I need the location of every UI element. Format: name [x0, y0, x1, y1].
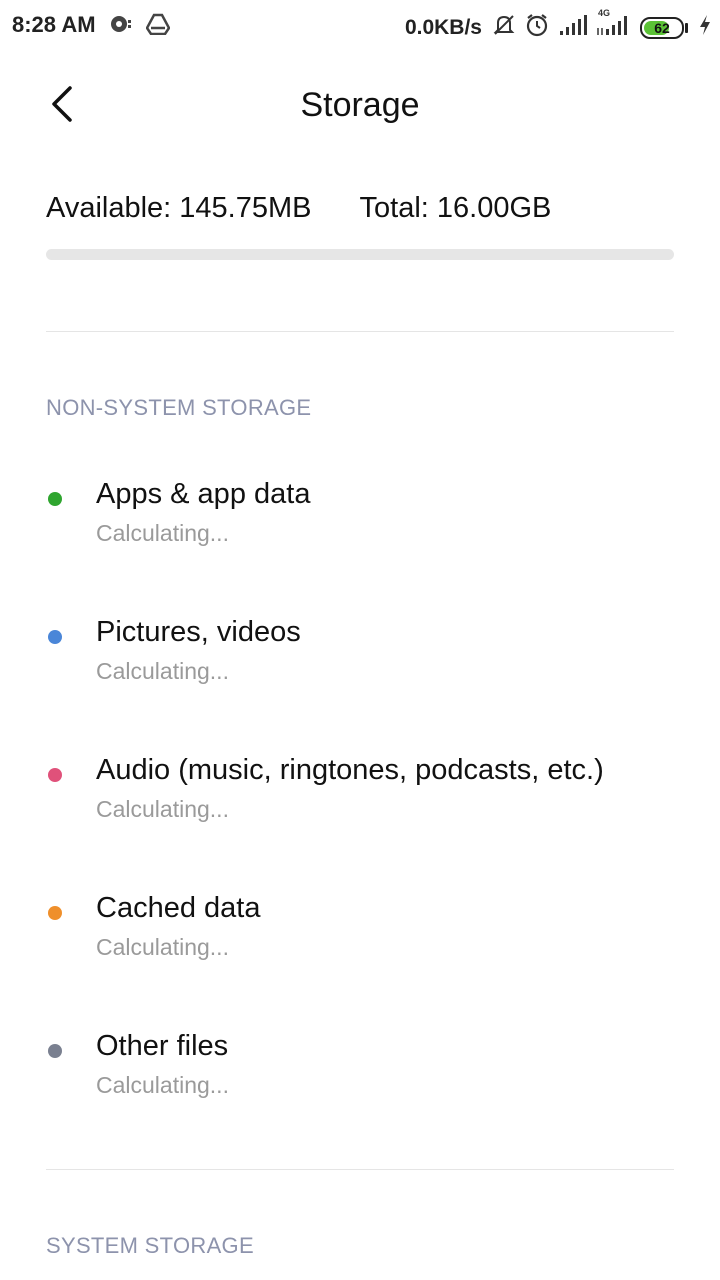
storage-item-cached[interactable]: Cached data Calculating...: [0, 888, 720, 1008]
divider: [46, 331, 674, 332]
category-dot: [48, 630, 62, 644]
status-left-icons: [108, 12, 171, 41]
section-header-non-system: NON-SYSTEM STORAGE: [46, 395, 312, 420]
status-right-icons: 0.0KB/s 4G 62: [404, 8, 712, 43]
charging-icon: [698, 14, 712, 41]
storage-item-pictures[interactable]: Pictures, videos Calculating...: [0, 612, 720, 732]
section-header-system: SYSTEM STORAGE: [46, 1233, 254, 1258]
item-label: Cached data: [96, 892, 261, 924]
battery-icon: 62: [640, 16, 688, 39]
total-storage: Total: 16.00GB: [359, 192, 552, 224]
item-label: Other files: [96, 1030, 229, 1062]
status-bar: 8:28 AM 0.0KB/s 4G 62: [0, 0, 720, 52]
item-label: Apps & app data: [96, 478, 311, 510]
drive-icon: [145, 13, 171, 40]
silent-bell-icon: [492, 13, 516, 42]
title-bar: Storage: [0, 60, 720, 150]
category-dot: [48, 906, 62, 920]
signal-4g-icon: 4G: [596, 8, 632, 41]
sync-icon: [108, 12, 134, 41]
status-time: 8:28 AM: [12, 12, 96, 37]
battery-level: 62: [654, 19, 670, 36]
item-status: Calculating...: [96, 934, 229, 960]
divider: [46, 1169, 674, 1170]
storage-item-apps[interactable]: Apps & app data Calculating...: [0, 474, 720, 594]
category-dot: [48, 1044, 62, 1058]
storage-item-audio[interactable]: Audio (music, ringtones, podcasts, etc.)…: [0, 750, 720, 870]
storage-summary: Available: 145.75MB Total: 16.00GB: [46, 192, 551, 225]
item-status: Calculating...: [96, 1072, 229, 1098]
category-dot: [48, 492, 62, 506]
net-speed: 0.0KB/s: [404, 15, 482, 39]
storage-item-other[interactable]: Other files Calculating...: [0, 1026, 720, 1146]
item-status: Calculating...: [96, 658, 229, 684]
item-label: Pictures, videos: [96, 616, 301, 648]
page-title: Storage: [300, 86, 420, 124]
available-storage: Available: 145.75MB: [46, 192, 312, 224]
category-dot: [48, 768, 62, 782]
signal-icon: [558, 14, 588, 41]
item-label: Audio (music, ringtones, podcasts, etc.): [96, 754, 604, 786]
storage-usage-bar: [46, 249, 674, 260]
item-status: Calculating...: [96, 520, 229, 546]
item-status: Calculating...: [96, 796, 229, 822]
alarm-icon: [524, 12, 550, 43]
